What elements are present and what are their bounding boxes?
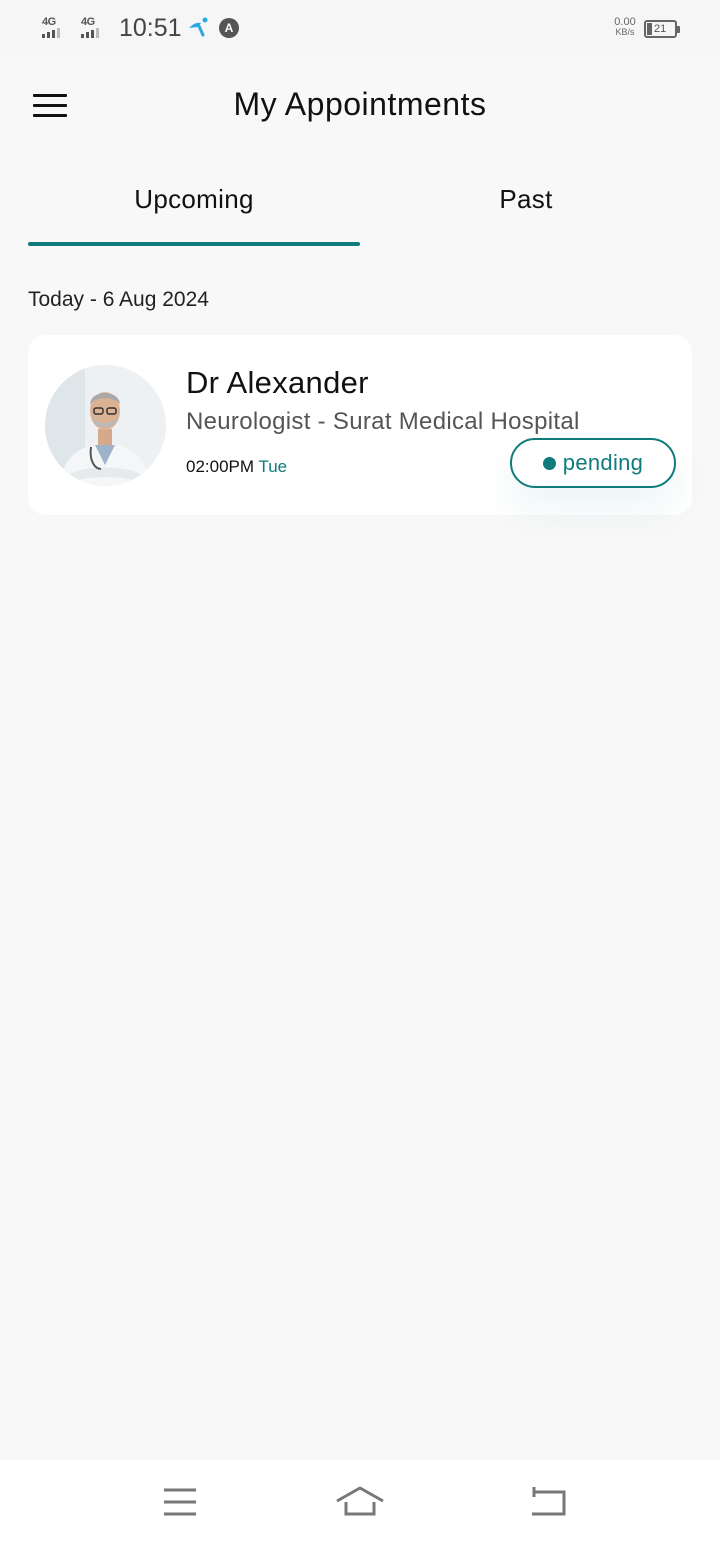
network-speed-value: 0.00 — [614, 16, 636, 28]
tab-past-label: Past — [499, 184, 553, 214]
doctor-name: Dr Alexander — [186, 365, 369, 400]
status-time: 10:51 — [119, 14, 182, 42]
sim1-network-type: 4G — [42, 16, 56, 28]
recent-apps-icon[interactable] — [150, 1480, 210, 1524]
status-bar: 4G 4G 10:51 A 0.00 KB/s 21 — [0, 0, 720, 56]
appointment-card[interactable]: Dr Alexander Neurologist - Surat Medical… — [28, 335, 692, 515]
appointment-time-value: 02:00PM — [186, 457, 255, 476]
doctor-specialty-hospital: Neurologist - Surat Medical Hospital — [186, 408, 580, 435]
tab-past[interactable]: Past — [360, 184, 692, 246]
system-navigation-bar — [0, 1460, 720, 1544]
status-label: pending — [562, 450, 644, 475]
network-speed-unit: KB/s — [615, 27, 635, 37]
doctor-avatar — [45, 365, 166, 486]
status-badge[interactable]: pending — [510, 438, 676, 488]
sim2-network-type: 4G — [81, 16, 95, 28]
appointment-time: 02:00PM Tue — [186, 457, 287, 477]
status-dot-icon — [542, 456, 556, 470]
page-title: My Appointments — [233, 86, 487, 122]
battery-level: 21 — [654, 23, 667, 35]
back-icon[interactable] — [518, 1480, 578, 1524]
battery-icon: 21 — [644, 20, 680, 38]
date-header: Today - 6 Aug 2024 — [28, 288, 209, 311]
carrier-icon — [189, 17, 208, 37]
active-tab-indicator — [28, 242, 360, 246]
tab-upcoming[interactable]: Upcoming — [28, 184, 360, 246]
network-speed: 0.00 KB/s — [608, 16, 642, 38]
app-notification-icon: A — [219, 18, 239, 38]
home-icon[interactable] — [330, 1480, 390, 1524]
tab-upcoming-label: Upcoming — [134, 184, 254, 214]
appointment-day: Tue — [258, 457, 288, 476]
